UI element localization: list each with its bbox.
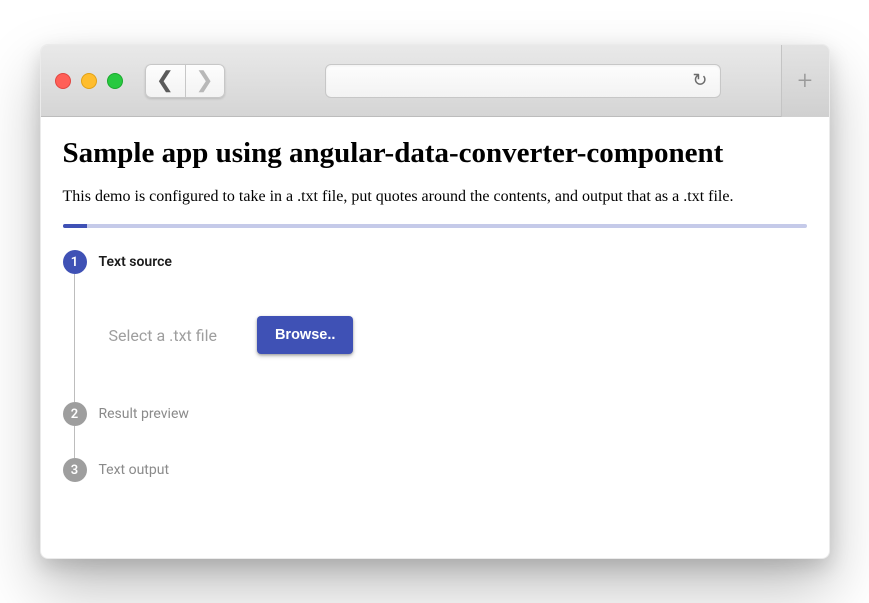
browse-button[interactable]: Browse.. xyxy=(257,316,353,354)
minimize-window-button[interactable] xyxy=(81,73,97,89)
step-badge: 2 xyxy=(63,402,87,426)
back-button[interactable]: ❮ xyxy=(145,64,185,98)
plus-icon: + xyxy=(798,66,813,96)
forward-button[interactable]: ❯ xyxy=(185,64,225,98)
step-connector xyxy=(74,274,75,402)
page-title: Sample app using angular-data-converter-… xyxy=(63,137,807,170)
browser-window: ❮ ❯ ↻ + Sample app using angular-data-co… xyxy=(40,44,830,559)
step-result-preview[interactable]: 2 Result preview xyxy=(99,402,807,458)
progress-bar-fill xyxy=(63,224,87,228)
step-label: Text source xyxy=(99,250,807,274)
reload-icon[interactable]: ↻ xyxy=(692,70,707,91)
file-select-hint: Select a .txt file xyxy=(109,326,217,345)
page-content: Sample app using angular-data-converter-… xyxy=(41,117,829,558)
maximize-window-button[interactable] xyxy=(107,73,123,89)
address-bar[interactable]: ↻ xyxy=(325,64,721,98)
browser-titlebar: ❮ ❯ ↻ + xyxy=(41,45,829,117)
step-label: Result preview xyxy=(99,402,807,426)
step-label: Text output xyxy=(99,458,807,482)
nav-buttons: ❮ ❯ xyxy=(145,64,225,98)
step-badge: 3 xyxy=(63,458,87,482)
window-controls xyxy=(55,73,123,89)
step-body: Select a .txt file Browse.. xyxy=(99,274,807,402)
chevron-left-icon: ❮ xyxy=(156,70,174,92)
progress-bar xyxy=(63,224,807,228)
new-tab-button[interactable]: + xyxy=(781,45,829,117)
step-text-source[interactable]: 1 Text source Select a .txt file Browse.… xyxy=(99,250,807,402)
chevron-right-icon: ❯ xyxy=(195,70,213,92)
step-text-output[interactable]: 3 Text output xyxy=(99,458,807,482)
step-badge: 1 xyxy=(63,250,87,274)
stepper: 1 Text source Select a .txt file Browse.… xyxy=(63,250,807,482)
page-description: This demo is configured to take in a .tx… xyxy=(63,188,807,206)
step-connector xyxy=(74,426,75,458)
close-window-button[interactable] xyxy=(55,73,71,89)
